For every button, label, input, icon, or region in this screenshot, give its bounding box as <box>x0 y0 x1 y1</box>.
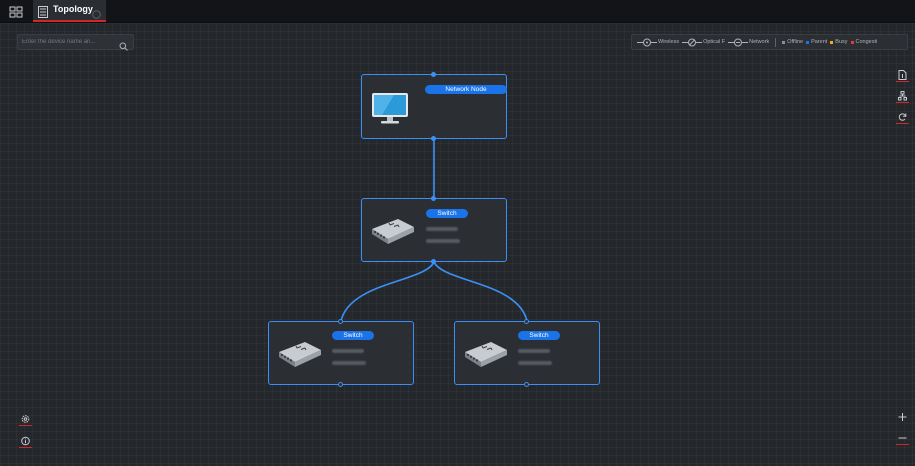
switch-icon <box>279 342 321 367</box>
node-network-node[interactable]: Network Node <box>361 74 507 139</box>
switch-icon <box>465 342 507 367</box>
node-port-top[interactable] <box>431 196 436 201</box>
blurred-device-ip <box>518 361 552 365</box>
node-switch-1[interactable]: Switch <box>361 198 507 262</box>
node-switch-2[interactable]: Switch <box>268 321 414 385</box>
link-switch-right <box>433 261 528 322</box>
node-label: Switch <box>332 331 374 340</box>
node-switch-3[interactable]: Switch <box>454 321 600 385</box>
node-port-bottom[interactable] <box>524 382 529 387</box>
link-switch-left <box>340 261 435 322</box>
blurred-device-info <box>332 349 364 353</box>
blurred-device-info <box>426 227 458 231</box>
blurred-device-ip <box>332 361 366 365</box>
blurred-device-info <box>518 349 550 353</box>
node-port-top[interactable] <box>338 319 343 324</box>
blurred-device-ip <box>426 239 460 243</box>
node-label: Switch <box>426 209 468 218</box>
node-port-bottom[interactable] <box>338 382 343 387</box>
monitor-icon <box>372 93 408 124</box>
node-label: Switch <box>518 331 560 340</box>
node-port-bottom[interactable] <box>431 259 436 264</box>
node-port-top[interactable] <box>524 319 529 324</box>
node-label: Network Node <box>425 85 507 94</box>
node-port-top[interactable] <box>431 72 436 77</box>
node-port-bottom[interactable] <box>431 136 436 141</box>
switch-icon <box>372 219 414 244</box>
